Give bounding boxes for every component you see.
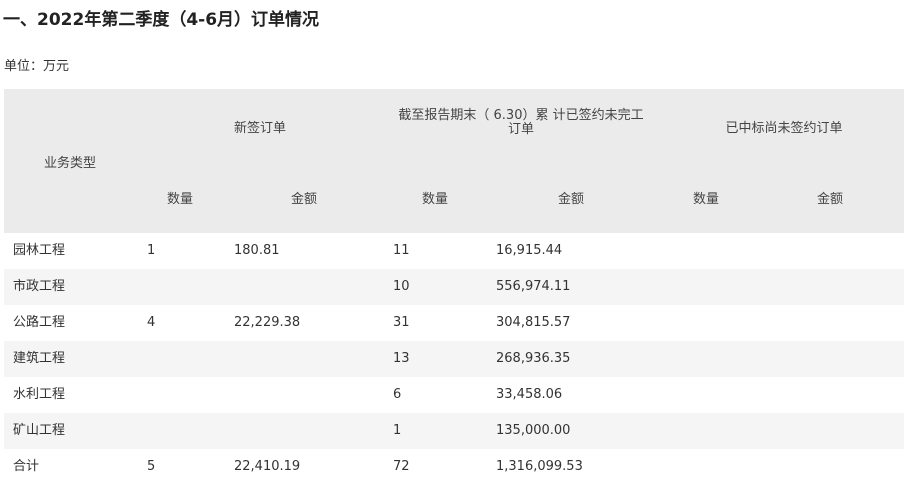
- header-backlog-orders: 截至报告期末（ 6.30）累 计已签约未完工 订单: [376, 109, 666, 137]
- cell-new-qty: 1: [147, 243, 156, 258]
- cell-type: 矿山工程: [13, 423, 66, 438]
- cell-backlog-amt: 16,915.44: [496, 243, 563, 258]
- table-body: 园林工程 1 180.81 11 16,915.44 市政工程 10 556,9…: [4, 233, 904, 485]
- cell-backlog-qty: 13: [393, 351, 410, 366]
- cell-backlog-qty: 31: [393, 315, 410, 330]
- cell-type: 公路工程: [13, 315, 66, 330]
- header-won-qty: 数量: [692, 192, 719, 207]
- header-backlog-line1: 截至报告期末（ 6.30）累 计已签约未完工: [398, 108, 644, 123]
- cell-backlog-amt: 1,316,099.53: [496, 459, 583, 474]
- table-header: 业务类型 新签订单 截至报告期末（ 6.30）累 计已签约未完工 订单 已中标尚…: [4, 89, 904, 233]
- header-won-unsigned: 已中标尚未签约订单: [725, 121, 843, 136]
- cell-type: 市政工程: [13, 279, 66, 294]
- table-row: 水利工程 6 33,458.06: [4, 377, 904, 413]
- cell-backlog-amt: 304,815.57: [496, 315, 571, 330]
- header-backlog-amt: 金额: [557, 192, 584, 207]
- cell-new-amt: 180.81: [234, 243, 280, 258]
- header-backlog-line2: 订单: [507, 122, 534, 137]
- cell-backlog-qty: 72: [393, 459, 410, 474]
- table-row: 园林工程 1 180.81 11 16,915.44: [4, 233, 904, 269]
- cell-backlog-qty: 11: [393, 243, 410, 258]
- header-won-amt: 金额: [816, 192, 843, 207]
- cell-backlog-qty: 6: [393, 387, 402, 402]
- table-row: 公路工程 4 22,229.38 31 304,815.57: [4, 305, 904, 341]
- cell-backlog-amt: 33,458.06: [496, 387, 563, 402]
- table-row-total: 合计 5 22,410.19 72 1,316,099.53: [4, 449, 904, 485]
- table-row: 市政工程 10 556,974.11: [4, 269, 904, 305]
- cell-backlog-qty: 1: [393, 423, 402, 438]
- header-new-amt: 金额: [290, 192, 317, 207]
- cell-type: 建筑工程: [13, 351, 66, 366]
- cell-backlog-amt: 556,974.11: [496, 279, 571, 294]
- cell-type: 水利工程: [13, 387, 66, 402]
- cell-backlog-amt: 268,936.35: [496, 351, 571, 366]
- table-row: 矿山工程 1 135,000.00: [4, 413, 904, 449]
- cell-new-qty: 4: [147, 315, 156, 330]
- page-title: 一、2022年第二季度（4-6月）订单情况: [3, 10, 320, 30]
- header-backlog-qty: 数量: [421, 192, 448, 207]
- cell-backlog-qty: 10: [393, 279, 410, 294]
- cell-new-amt: 22,410.19: [234, 459, 301, 474]
- header-new-orders: 新签订单: [233, 121, 286, 136]
- table-row: 建筑工程 13 268,936.35: [4, 341, 904, 377]
- cell-new-amt: 22,229.38: [234, 315, 301, 330]
- header-new-qty: 数量: [166, 192, 193, 207]
- cell-new-qty: 5: [147, 459, 156, 474]
- cell-type: 园林工程: [13, 243, 66, 258]
- header-business-type: 业务类型: [43, 156, 96, 171]
- unit-label: 单位：万元: [4, 59, 70, 74]
- cell-backlog-amt: 135,000.00: [496, 423, 571, 438]
- cell-type: 合计: [13, 459, 40, 474]
